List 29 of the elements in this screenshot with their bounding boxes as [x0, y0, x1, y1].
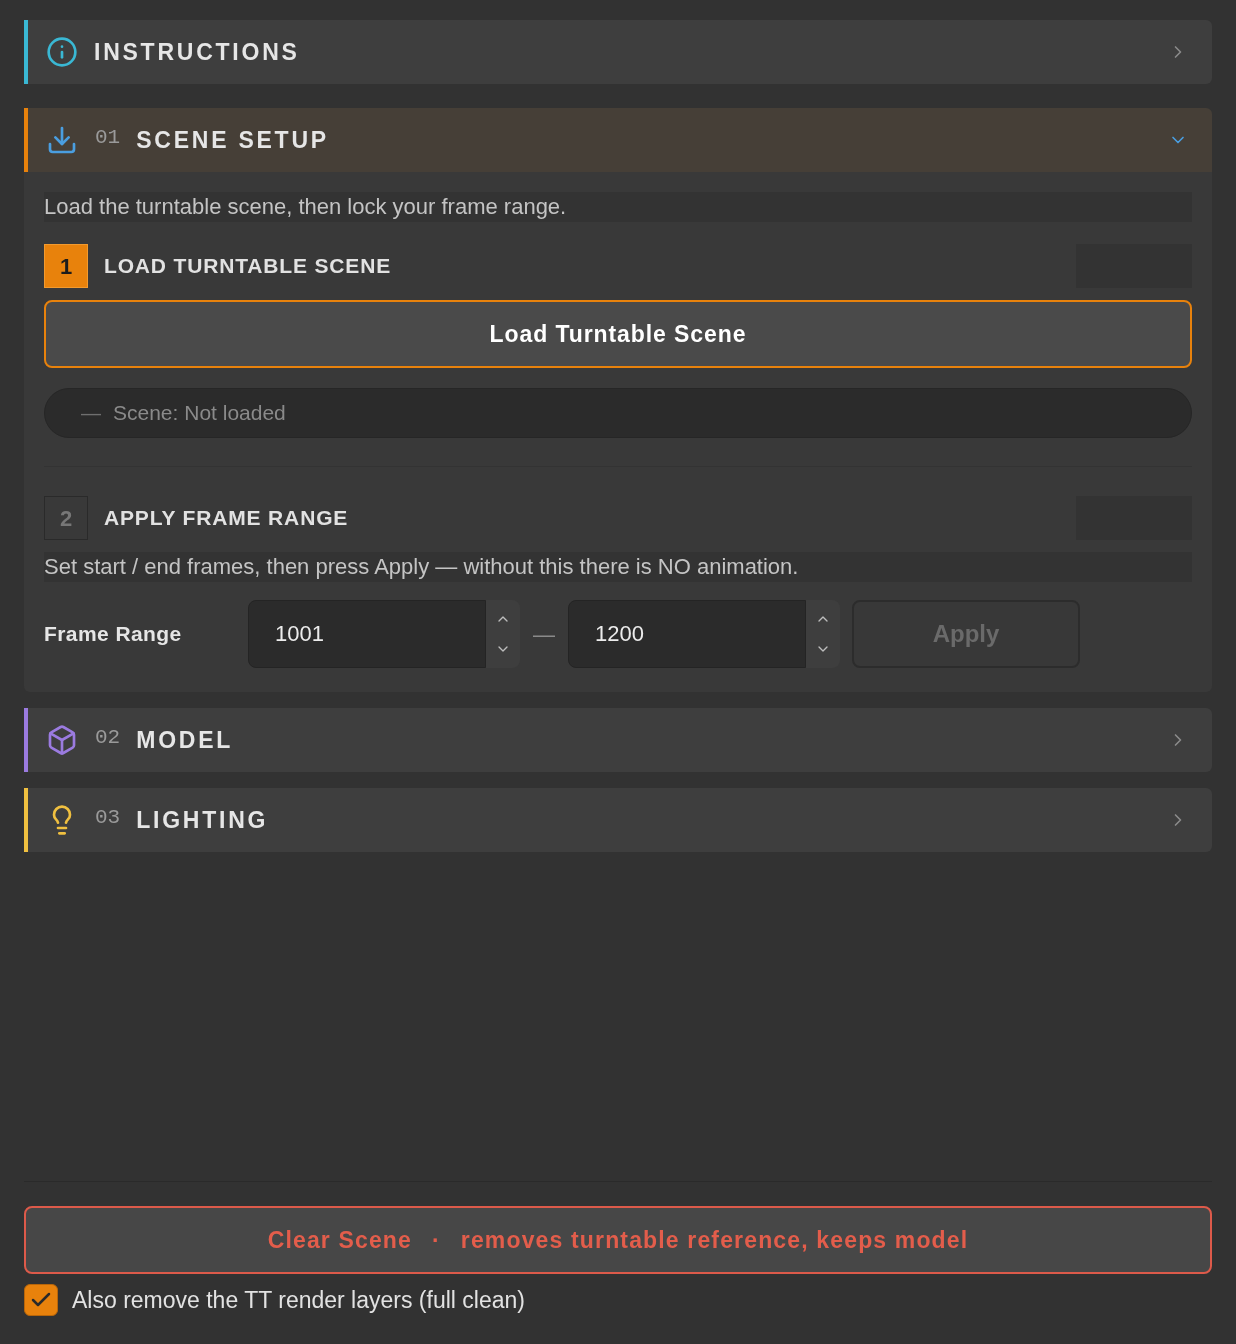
step-number-badge: 1	[44, 244, 88, 288]
status-dash: —	[81, 401, 101, 426]
frame-range-label: Frame Range	[44, 621, 183, 648]
checkbox[interactable]	[24, 1284, 58, 1316]
section-title: INSTRUCTIONS	[94, 37, 300, 67]
status-text: Scene: Not loaded	[113, 400, 286, 427]
section-number: 01	[95, 125, 121, 152]
checkbox-label: Also remove the TT render layers (full clean)	[72, 1285, 525, 1315]
info-icon	[46, 36, 78, 68]
step-number-badge: 2	[44, 496, 88, 540]
section-header[interactable]: 01 SCENE SETUP	[24, 108, 1212, 172]
step-hint: Set start / end frames, then press Apply — without this there is NO animation.	[44, 552, 1192, 582]
section-intro: Load the turntable scene, then lock your frame range.	[44, 192, 1192, 222]
section-header[interactable]: 02 MODEL	[24, 708, 1212, 772]
end-frame-field[interactable]: 1200	[568, 600, 806, 668]
range-dash: —	[532, 620, 556, 649]
section-number: 02	[95, 725, 121, 752]
step-title: APPLY FRAME RANGE	[104, 505, 349, 532]
section-header[interactable]: INSTRUCTIONS	[24, 20, 1212, 84]
load-scene-button[interactable]: Load Turntable Scene	[44, 300, 1192, 368]
section-title: MODEL	[136, 725, 234, 755]
download-icon	[46, 124, 78, 156]
section-header[interactable]: 03 LIGHTING	[24, 788, 1212, 852]
step-title: LOAD TURNTABLE SCENE	[104, 253, 392, 280]
section-number: 03	[95, 805, 121, 832]
cube-icon	[46, 724, 78, 756]
start-frame-field[interactable]: 1001	[248, 600, 486, 668]
section-title: LIGHTING	[136, 805, 269, 835]
section-title: SCENE SETUP	[136, 125, 329, 155]
